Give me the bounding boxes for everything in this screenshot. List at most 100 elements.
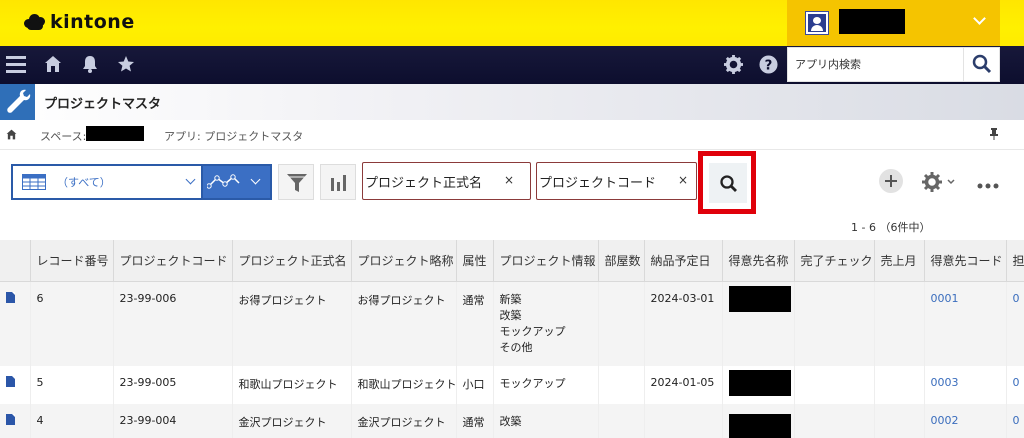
filter-project-code[interactable]: プロジェクトコード × — [536, 162, 697, 200]
document-icon — [6, 414, 15, 425]
column-header-record-no[interactable]: レコード番号 — [30, 240, 114, 282]
cell-project-info: 改築 — [493, 404, 599, 438]
menu-icon[interactable] — [6, 55, 26, 75]
chevron-down-icon — [250, 174, 261, 185]
space-name-redacted — [86, 126, 144, 141]
cell-project-name: 金沢プロジェクト — [232, 404, 352, 438]
chevron-down-icon — [973, 12, 986, 25]
info-item: 改築 — [499, 308, 522, 322]
view-label: （すべて） — [57, 176, 111, 189]
app-header: プロジェクトマスタ — [0, 84, 1024, 120]
record-detail-link[interactable] — [0, 404, 31, 438]
column-header-delivery-date[interactable]: 納品予定日 — [644, 240, 723, 282]
column-header-project-info[interactable]: プロジェクト情報 — [493, 240, 599, 282]
cell-project-info: 新築 改築 モックアップ その他 — [493, 281, 599, 366]
column-header-attribute[interactable]: 属性 — [456, 240, 494, 282]
search-button[interactable] — [709, 163, 747, 203]
column-header-client-code[interactable]: 得意先コード — [924, 240, 1007, 282]
app-search-box — [787, 47, 1000, 82]
view-dropdown[interactable]: （すべて） — [13, 166, 203, 198]
column-header-project-short[interactable]: プロジェクト略称 — [351, 240, 457, 282]
table-row[interactable]: 5 23-99-005 和歌山プロジェクト 和歌山プロジェクト 小口 モックアッ… — [0, 366, 1024, 404]
app-settings-button[interactable] — [921, 171, 955, 196]
cell-client-code[interactable]: 0001 — [924, 281, 1007, 366]
username-redacted — [839, 9, 905, 34]
document-icon — [6, 376, 15, 387]
add-record-button[interactable] — [879, 169, 903, 193]
filter-project-code-label: プロジェクトコード — [539, 176, 657, 191]
record-detail-link[interactable] — [0, 281, 31, 366]
filter-project-name[interactable]: プロジェクト正式名 × — [362, 162, 531, 200]
column-header-project-name[interactable]: プロジェクト正式名 — [232, 240, 352, 282]
cell-truncated[interactable]: 0 — [1006, 404, 1024, 438]
cell-client-code[interactable]: 0003 — [924, 366, 1007, 404]
plus-icon — [885, 175, 897, 187]
column-header-client-name[interactable]: 得意先名称 — [722, 240, 795, 282]
user-avatar-icon — [805, 11, 829, 35]
cell-attribute: 通常 — [456, 404, 494, 438]
view-selector[interactable]: （すべて） — [11, 164, 272, 200]
graph-button[interactable] — [320, 164, 356, 200]
record-table: レコード番号 プロジェクトコード プロジェクト正式名 プロジェクト略称 属性 プ… — [0, 240, 1024, 438]
cell-delivery-date — [644, 404, 723, 438]
cell-record-no: 4 — [30, 404, 114, 438]
client-name-redacted — [728, 285, 791, 312]
app-search-button[interactable] — [963, 48, 1000, 81]
info-item: その他 — [499, 340, 533, 354]
cell-complete-check — [794, 281, 875, 366]
column-header-rooms[interactable]: 部屋数 — [598, 240, 645, 282]
help-icon[interactable]: ? — [759, 55, 778, 74]
table-row[interactable]: 4 23-99-004 金沢プロジェクト 金沢プロジェクト 通常 改築 0002… — [0, 404, 1024, 438]
cell-truncated[interactable]: 0 — [1006, 281, 1024, 366]
info-item: 新築 — [499, 292, 522, 306]
cell-delivery-date: 2024-03-01 — [644, 281, 723, 366]
cell-complete-check — [794, 404, 875, 438]
column-header — [0, 240, 31, 282]
document-icon — [6, 291, 15, 303]
filter-button[interactable] — [278, 164, 314, 200]
breadcrumb-app[interactable]: アプリ: プロジェクトマスタ — [164, 128, 303, 144]
more-options-button[interactable] — [977, 178, 999, 192]
table-view-icon — [22, 174, 46, 190]
cell-client-code[interactable]: 0002 — [924, 404, 1007, 438]
cell-rooms — [598, 281, 645, 366]
column-header-project-code[interactable]: プロジェクトコード — [113, 240, 233, 282]
column-header-truncated[interactable]: 担 — [1006, 240, 1024, 282]
cell-client-name — [722, 404, 795, 438]
cell-attribute: 通常 — [456, 281, 494, 366]
filter-project-name-label: プロジェクト正式名 — [365, 176, 483, 191]
cell-record-no: 6 — [30, 281, 114, 366]
bell-icon[interactable] — [81, 55, 99, 73]
cell-rooms — [598, 366, 645, 404]
table-row[interactable]: 6 23-99-006 お得プロジェクト お得プロジェクト 通常 新築 改築 モ… — [0, 281, 1024, 366]
home-icon[interactable] — [6, 129, 17, 140]
column-header-sales-month[interactable]: 売上月 — [874, 240, 925, 282]
pin-icon[interactable] — [989, 128, 999, 140]
cell-project-info: モックアップ — [493, 366, 599, 404]
gear-icon[interactable] — [724, 55, 743, 74]
user-menu[interactable] — [787, 0, 1000, 46]
clear-filter-icon[interactable]: × — [504, 173, 514, 187]
cell-rooms — [598, 404, 645, 438]
app-title: プロジェクトマスタ — [44, 97, 162, 112]
cell-truncated[interactable]: 0 — [1006, 366, 1024, 404]
kintone-logo[interactable]: kintone — [24, 11, 135, 33]
column-header-complete-check[interactable]: 完了チェック — [794, 240, 875, 282]
home-icon[interactable] — [44, 55, 62, 73]
cell-client-name — [722, 366, 795, 404]
cell-sales-month — [874, 281, 925, 366]
graph-dropdown[interactable] — [203, 166, 270, 198]
clear-filter-icon[interactable]: × — [678, 173, 688, 187]
wrench-icon — [7, 89, 31, 113]
search-icon — [720, 175, 737, 192]
cell-delivery-date: 2024-01-05 — [644, 366, 723, 404]
cell-complete-check — [794, 366, 875, 404]
star-icon[interactable] — [117, 55, 135, 73]
brand-name: kintone — [50, 11, 135, 33]
app-icon[interactable] — [0, 84, 35, 120]
record-detail-link[interactable] — [0, 366, 31, 404]
app-search-input[interactable] — [788, 48, 963, 81]
line-graph-icon — [207, 174, 240, 189]
breadcrumb-space[interactable]: スペース: — [40, 128, 86, 144]
search-button-highlighted[interactable] — [698, 151, 756, 214]
